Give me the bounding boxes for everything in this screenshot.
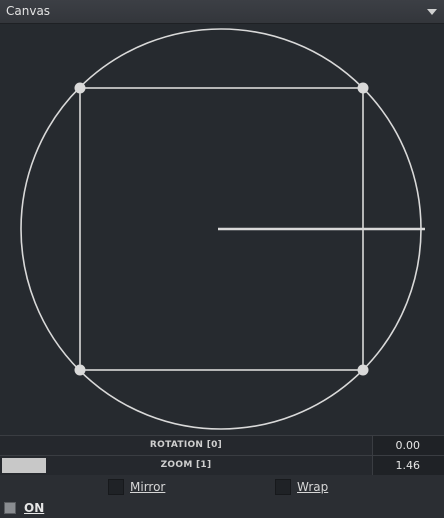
zoom-slider[interactable]: ZOOM [1] 1.46 <box>0 455 444 475</box>
corner-handle-top-left[interactable] <box>74 82 86 94</box>
zoom-label: ZOOM [1] <box>160 460 212 470</box>
options-row: Mirror Wrap <box>0 476 444 498</box>
rotation-value-field[interactable]: 0.00 <box>372 436 444 455</box>
wrap-checkbox-box[interactable] <box>275 479 291 495</box>
mirror-checkbox[interactable]: Mirror <box>108 478 165 496</box>
corner-handle-bottom-left[interactable] <box>74 364 86 376</box>
corner-handle-top-right[interactable] <box>357 82 369 94</box>
mirror-label: Mirror <box>130 480 166 494</box>
canvas-preview[interactable] <box>0 24 444 435</box>
dropdown-selected-value: Canvas <box>6 4 51 18</box>
corner-handle-bottom-right[interactable] <box>357 364 369 376</box>
wrap-label: Wrap <box>297 480 329 494</box>
enable-checkbox-box[interactable] <box>4 502 16 514</box>
zoom-value-field[interactable]: 1.46 <box>372 456 444 475</box>
wrap-checkbox[interactable]: Wrap <box>275 478 328 496</box>
mirror-checkbox-box[interactable] <box>108 479 124 495</box>
rotation-slider[interactable]: ROTATION [0] 0.00 <box>0 435 444 455</box>
enable-toggle[interactable]: ON <box>4 500 44 516</box>
canvas-drawing <box>20 28 425 430</box>
canvas-selector-dropdown[interactable]: Canvas <box>0 0 444 24</box>
rotation-label: ROTATION [0] <box>149 440 223 450</box>
chevron-down-icon[interactable] <box>424 4 440 20</box>
enable-label: ON <box>24 501 45 515</box>
